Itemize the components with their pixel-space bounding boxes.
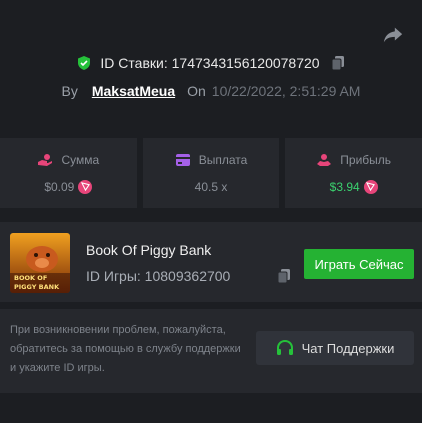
stat-payout-label: Выплата bbox=[198, 152, 248, 167]
game-card: BOOK OF PIGGY BANK Book Of Piggy Bank ID… bbox=[0, 222, 422, 302]
tron-coin-icon bbox=[363, 179, 378, 194]
username-link[interactable]: MaksatMeua bbox=[92, 83, 175, 99]
support-panel: При возникновении проблем, пожалуйста, о… bbox=[0, 309, 422, 393]
bet-id-row: ID Ставки: 1747343156120078720 bbox=[0, 55, 422, 71]
stat-amount-value: $0.09 bbox=[44, 179, 75, 194]
stat-profit-label: Прибыль bbox=[340, 152, 392, 167]
play-now-button[interactable]: Играть Сейчас bbox=[304, 249, 414, 279]
stat-payout-value: 40.5 x bbox=[194, 179, 228, 194]
bet-stats: Сумма $0.09 Выплата 40.5 x Прибыль $3.94 bbox=[0, 138, 422, 208]
copy-icon[interactable] bbox=[276, 268, 292, 284]
bet-date: 10/22/2022, 2:51:29 AM bbox=[211, 83, 361, 99]
share-icon[interactable] bbox=[382, 24, 404, 46]
support-chat-label: Чат Поддержки bbox=[301, 340, 395, 356]
hand-coin-icon bbox=[38, 153, 53, 166]
support-help-text: При возникновении проблем, пожалуйста, о… bbox=[10, 324, 241, 374]
author-row: By MaksatMeua On 10/22/2022, 2:51:29 AM bbox=[0, 83, 422, 99]
by-label: By bbox=[61, 83, 78, 99]
bet-id-value: 1747343156120078720 bbox=[171, 55, 320, 71]
on-label: On bbox=[187, 83, 206, 99]
support-chat-button[interactable]: Чат Поддержки bbox=[256, 331, 414, 365]
thumbnail-line1: BOOK OF bbox=[14, 274, 47, 282]
stat-profit-value: $3.94 bbox=[329, 179, 360, 194]
stat-payout: Выплата 40.5 x bbox=[142, 138, 280, 208]
tron-coin-icon bbox=[78, 179, 93, 194]
bet-id-label: ID Ставки: bbox=[100, 55, 168, 71]
copy-icon[interactable] bbox=[330, 55, 346, 71]
wallet-card-icon bbox=[175, 153, 190, 166]
shield-check-icon bbox=[78, 56, 91, 70]
game-title[interactable]: Book Of Piggy Bank bbox=[86, 242, 211, 258]
headphones-icon bbox=[276, 340, 293, 355]
hand-coin-icon bbox=[317, 153, 332, 166]
stat-amount-label: Сумма bbox=[61, 152, 100, 167]
stat-profit: Прибыль $3.94 bbox=[285, 138, 422, 208]
game-thumbnail[interactable]: BOOK OF PIGGY BANK bbox=[10, 233, 70, 293]
thumbnail-line2: PIGGY BANK bbox=[14, 283, 60, 291]
stat-amount: Сумма $0.09 bbox=[0, 138, 137, 208]
game-id: ID Игры: 10809362700 bbox=[86, 268, 231, 284]
